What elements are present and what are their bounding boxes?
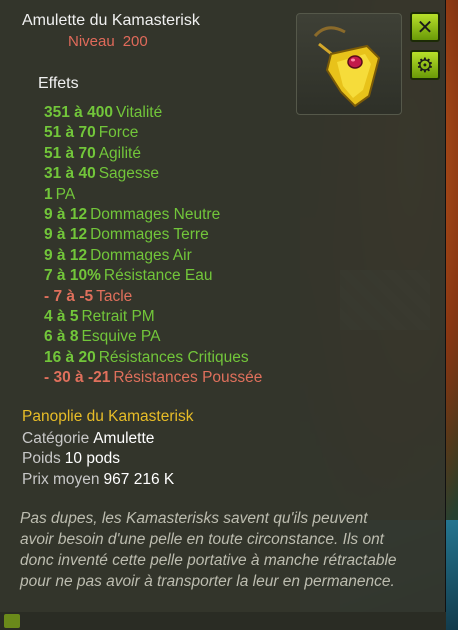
weight-value: 10 pods (64, 450, 120, 467)
effect-value: 9 à 12 (44, 205, 88, 223)
item-name: Amulette du Kamasterisk (22, 12, 200, 29)
effect-row: 7 à 10% Résistance Eau (44, 266, 262, 286)
effect-row: - 7 à -5 Tacle (44, 287, 262, 307)
item-tooltip-panel: Amulette du Kamasterisk Niveau 200 ✕ ⚙ Ef… (0, 0, 446, 630)
close-button[interactable]: ✕ (410, 12, 440, 42)
weight-row: Poids 10 pods (22, 450, 120, 468)
effect-value: - 7 à -5 (44, 287, 94, 305)
effect-name: Dommages Neutre (90, 205, 221, 223)
item-description: Pas dupes, les Kamasterisks savent qu'il… (20, 510, 397, 590)
effect-row: 9 à 12 Dommages Neutre (44, 205, 262, 225)
effect-name: Résistance Eau (103, 267, 213, 285)
effect-value: 7 à 10% (44, 267, 101, 285)
chat-icon[interactable] (4, 614, 20, 628)
effect-row: 4 à 5 Retrait PM (44, 307, 262, 327)
effect-row: 51 à 70 Agilité (44, 144, 262, 164)
effect-value: 4 à 5 (44, 307, 79, 325)
category-value: Amulette (93, 430, 155, 447)
effect-row: 16 à 20 Résistances Critiques (44, 348, 262, 368)
effect-name: Tacle (96, 287, 133, 305)
effect-name: PA (55, 185, 76, 203)
price-label: Prix moyen (22, 471, 100, 488)
level-label: Niveau (68, 33, 115, 50)
effect-row: 9 à 12 Dommages Terre (44, 225, 262, 245)
effect-name: Dommages Terre (90, 226, 209, 244)
weight-label: Poids (22, 450, 61, 467)
amulet-icon (313, 26, 381, 108)
effect-value: 1 (44, 185, 53, 203)
effect-row: 6 à 8 Esquive PA (44, 327, 262, 347)
price-row: Prix moyen 967 216 K (22, 471, 174, 489)
effect-row: 51 à 70 Force (44, 123, 262, 143)
effect-value: 9 à 12 (44, 226, 88, 244)
category-row: Catégorie Amulette (22, 430, 154, 448)
price-value: 967 216 K (103, 471, 175, 488)
effect-name: Résistances Critiques (98, 348, 249, 366)
effect-name: Agilité (98, 144, 141, 162)
effect-value: 51 à 70 (44, 144, 96, 162)
category-label: Catégorie (22, 430, 90, 447)
gear-icon: ⚙ (416, 53, 434, 77)
effect-row: 31 à 40 Sagesse (44, 164, 262, 184)
effect-value: 9 à 12 (44, 246, 88, 264)
effect-row: 9 à 12 Dommages Air (44, 246, 262, 266)
effect-value: 31 à 40 (44, 165, 96, 183)
level-value: 200 (122, 33, 148, 50)
effect-name: Vitalité (115, 104, 163, 121)
item-level: Niveau 200 (68, 33, 148, 50)
effects-list: 351 à 400 Vitalité 51 à 70 Force 51 à 70 Agil… (44, 103, 262, 388)
effect-name: Sagesse (98, 165, 160, 183)
effect-name: Esquive PA (81, 328, 161, 346)
effect-row: 351 à 400 Vitalité (44, 103, 262, 123)
effect-name: Force (98, 124, 139, 142)
set-link[interactable]: Panoplie du Kamasterisk (22, 408, 193, 426)
effect-name: Retrait PM (81, 307, 155, 325)
effect-value: 351 à 400 (44, 104, 113, 121)
effect-value: - 30 à -21 (44, 369, 111, 387)
effects-header: Effets (38, 75, 79, 92)
item-image-frame (296, 13, 402, 115)
effect-value: 6 à 8 (44, 328, 79, 346)
settings-button[interactable]: ⚙ (410, 50, 440, 80)
effect-row: 1 PA (44, 185, 262, 205)
close-icon: ✕ (416, 15, 434, 39)
effect-name: Dommages Air (90, 246, 192, 264)
effect-value: 16 à 20 (44, 348, 96, 366)
effect-row: - 30 à -21 Résistances Poussée (44, 368, 262, 388)
bottom-bar (0, 612, 446, 630)
effect-value: 51 à 70 (44, 124, 96, 142)
effect-name: Résistances Poussée (113, 369, 263, 387)
